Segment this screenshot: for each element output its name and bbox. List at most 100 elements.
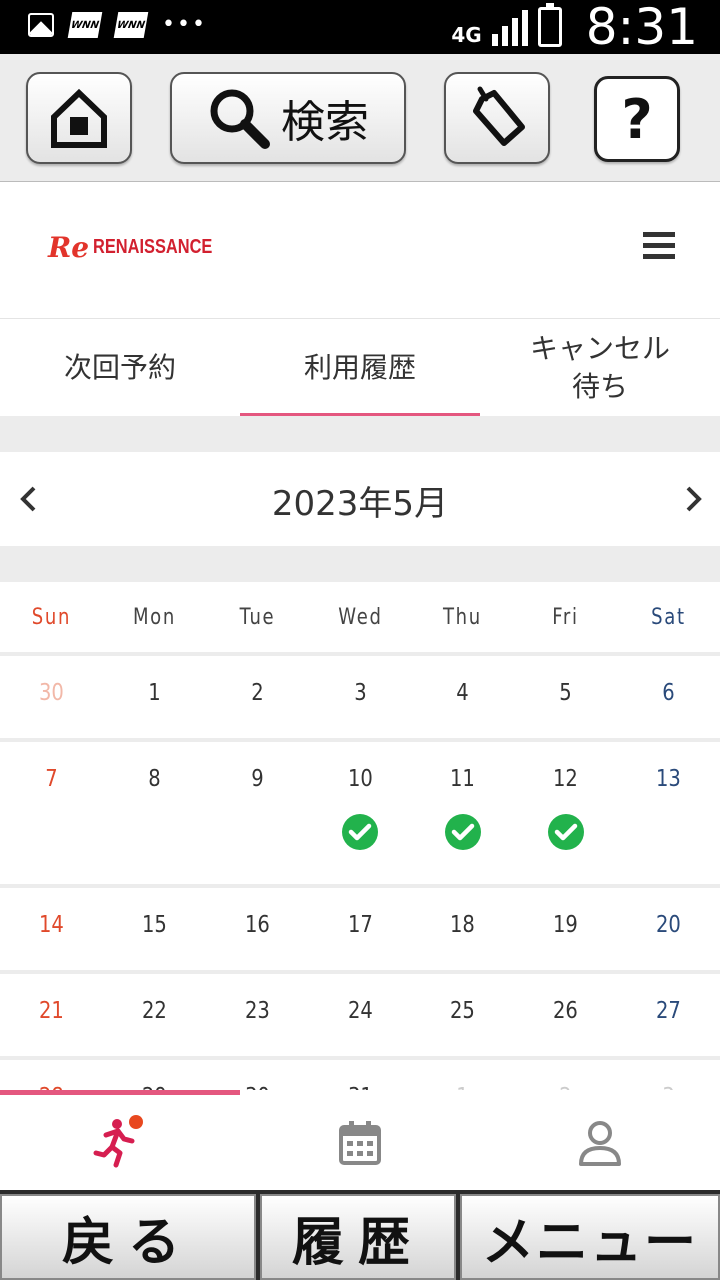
calendar-day[interactable]: 30 [0,656,103,738]
calendar-day[interactable]: 12 [514,742,617,884]
nav-profile[interactable] [480,1095,720,1190]
help-button[interactable]: ? [594,76,680,162]
day-number: 1 [148,680,161,706]
calendar-day[interactable]: 5 [514,656,617,738]
day-number: 30 [38,680,64,706]
day-number: 12 [553,766,579,792]
weekday-label: Mon [132,604,176,630]
network-type: 4G [451,23,482,47]
calendar-day[interactable]: 2 [206,656,309,738]
logo[interactable]: Re RENAISSANCE [48,231,239,264]
calendar-day[interactable]: 1 [411,1060,514,1092]
calendar-weeks: 30 1 2 3 4 5 6 7 8 9 10 11 12 13 14 15 16 17 18 19 20 21 22 23 2… [0,656,720,1092]
weekday-header: Sun Mon Tue Wed Thu Fri Sat [0,582,720,656]
calendar-day[interactable]: 7 [0,742,103,884]
day-number: 27 [656,998,682,1024]
logo-mark: Re [48,231,90,264]
back-button[interactable]: 戻る [0,1194,256,1280]
battery-icon [537,3,562,47]
day-number: 26 [553,998,579,1024]
menu-button[interactable]: メニュー [460,1194,720,1280]
calendar-day[interactable]: 31 [309,1060,412,1092]
bookmark-button[interactable] [444,72,550,164]
running-person-icon [93,1114,143,1167]
wnn-icon: WNN [67,12,103,38]
wnn-icon: WNN [113,12,149,38]
calendar-week: 14 15 16 17 18 19 20 [0,888,720,974]
calendar-day[interactable]: 1 [103,656,206,738]
calendar-day[interactable]: 4 [411,656,514,738]
nav-activity[interactable] [0,1095,240,1190]
calendar-day[interactable]: 15 [103,888,206,970]
app-header: Re RENAISSANCE [0,183,720,313]
day-number: 19 [553,912,579,938]
calendar-day[interactable]: 27 [617,974,720,1056]
calendar-day[interactable]: 17 [309,888,412,970]
day-number: 8 [148,766,161,792]
tab-cancel-waitlist[interactable]: キャンセル 待ち [480,319,720,417]
calendar-day[interactable]: 16 [206,888,309,970]
day-number: 3 [353,680,367,706]
day-number: 20 [656,912,682,938]
hamburger-menu-button[interactable] [643,232,675,260]
calendar-day[interactable]: 8 [103,742,206,884]
day-number: 16 [244,912,270,938]
calendar-day[interactable]: 30 [206,1060,309,1092]
calendar-day[interactable]: 6 [617,656,720,738]
calendar-day[interactable]: 11 [411,742,514,884]
calendar-grid: Sun Mon Tue Wed Thu Fri Sat 30 1 2 3 4 5 6 7 8 9 1… [0,582,720,1092]
day-number: 10 [347,766,373,792]
tab-label-line: 待ち [571,370,628,403]
day-number: 24 [347,998,373,1024]
check-icon [547,814,584,850]
calendar-day[interactable]: 22 [103,974,206,1056]
calendar-day[interactable]: 13 [617,742,720,884]
calendar-day[interactable]: 3 [617,1060,720,1092]
weekday-label: Wed [337,604,383,630]
weekday-label: Sun [31,604,72,630]
signal-icon [491,8,528,46]
calendar-day[interactable]: 26 [514,974,617,1056]
tab-usage-history[interactable]: 利用履歴 [240,319,480,417]
calendar-day[interactable]: 29 [103,1060,206,1092]
calendar-week: 30 1 2 3 4 5 6 [0,656,720,742]
tab-next-reservation[interactable]: 次回予約 [0,319,240,417]
home-icon [51,88,107,148]
calendar-week: 21 22 23 24 25 26 27 [0,974,720,1060]
tag-icon [473,86,525,146]
weekday-label: Tue [239,604,276,630]
day-number: 25 [450,998,476,1024]
calendar-day[interactable]: 23 [206,974,309,1056]
calendar-day[interactable]: 24 [309,974,412,1056]
next-month-button[interactable] [678,482,708,516]
calendar-day[interactable]: 20 [617,888,720,970]
tab-label: キャンセル 待ち [530,330,670,406]
weekday-label: Thu [443,604,483,630]
calendar-day[interactable]: 19 [514,888,617,970]
calendar-day[interactable]: 18 [411,888,514,970]
day-number: 7 [45,766,58,792]
nav-calendar[interactable] [240,1095,480,1190]
calendar-day[interactable]: 10 [309,742,412,884]
check-icon [342,814,378,850]
calendar-day[interactable]: 14 [0,888,103,970]
home-button[interactable] [26,72,132,164]
day-number: 14 [38,912,64,938]
clock: 8:31 [585,0,698,56]
calendar-day[interactable]: 9 [206,742,309,884]
search-button-label: 検索 [281,97,369,148]
calendar-week: 7 8 9 10 11 12 13 [0,742,720,888]
day-number: 5 [559,680,572,706]
bottom-navigation [0,1090,720,1190]
notification-badge [129,1114,143,1129]
search-button[interactable]: 検索 [170,72,406,164]
month-title: 2023年5月 [271,484,449,524]
day-number: 9 [250,766,264,792]
calendar-day[interactable]: 28 [0,1060,103,1092]
calendar-day[interactable]: 3 [309,656,412,738]
calendar-day[interactable]: 21 [0,974,103,1056]
history-button[interactable]: 履歴 [260,1194,456,1280]
calendar-day[interactable]: 25 [411,974,514,1056]
calendar-day[interactable]: 2 [514,1060,617,1092]
tab-bar: 次回予約 利用履歴 キャンセル 待ち [0,318,720,417]
